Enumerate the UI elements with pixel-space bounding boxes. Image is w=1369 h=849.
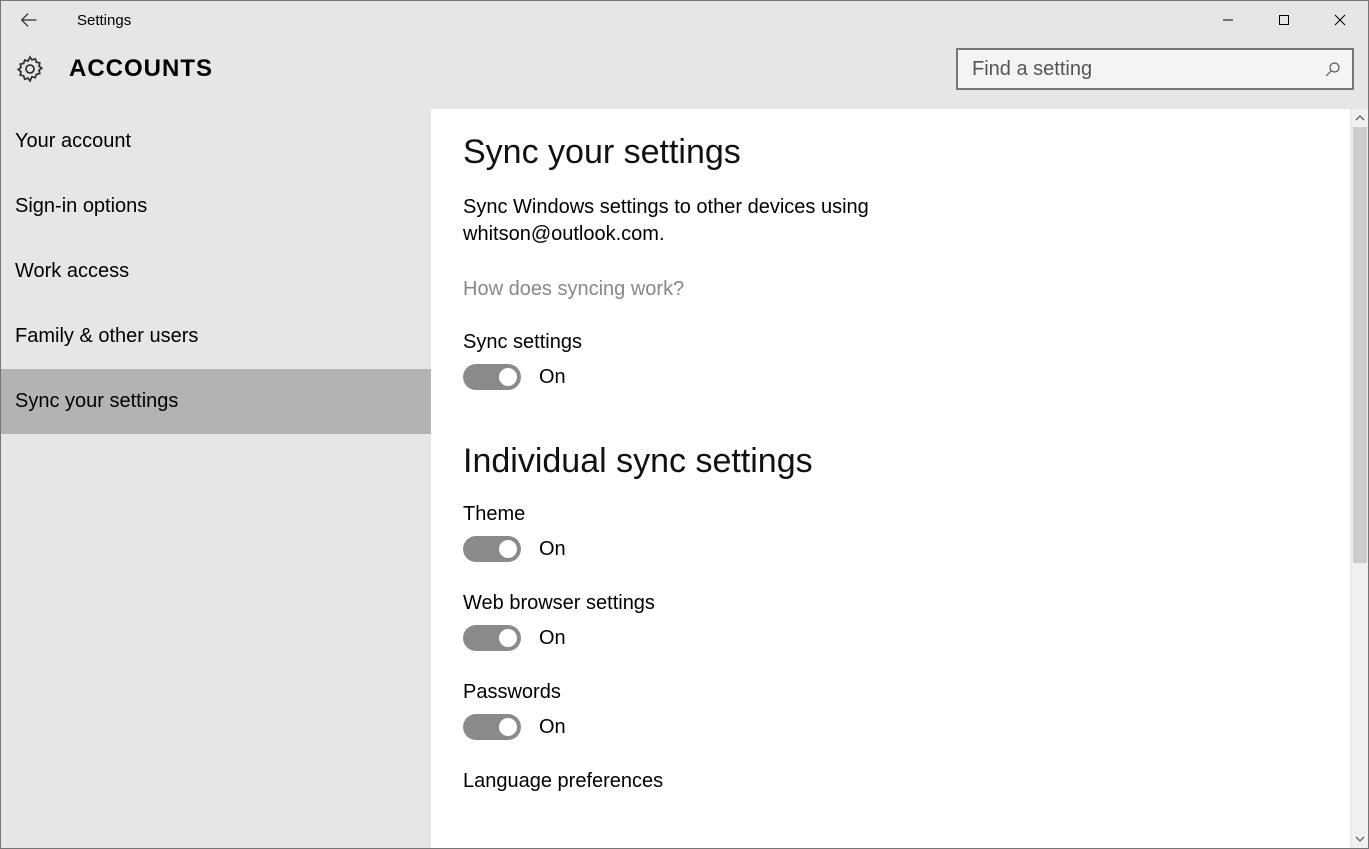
maximize-button[interactable] (1256, 1, 1312, 39)
toggle-label: Language preferences (463, 770, 1328, 793)
web-browser-toggle[interactable] (463, 625, 521, 651)
toggle-label: Web browser settings (463, 592, 1328, 615)
sidebar-item-your-account[interactable]: Your account (1, 109, 431, 174)
scroll-down-icon[interactable] (1351, 830, 1369, 848)
back-button[interactable] (7, 1, 51, 39)
sidebar-item-family-other-users[interactable]: Family & other users (1, 304, 431, 369)
maximize-icon (1278, 14, 1290, 26)
sidebar-item-sync-your-settings[interactable]: Sync your settings (1, 369, 431, 434)
sidebar-item-label: Family & other users (15, 325, 198, 348)
toggle-passwords: Passwords On (463, 681, 1328, 740)
passwords-toggle[interactable] (463, 714, 521, 740)
toggle-label: Passwords (463, 681, 1328, 704)
titlebar: Settings (1, 1, 1368, 39)
scroll-track[interactable] (1351, 127, 1368, 830)
scrollbar[interactable] (1350, 109, 1368, 848)
search-input[interactable] (958, 50, 1352, 88)
sidebar-item-label: Sync your settings (15, 390, 178, 413)
close-button[interactable] (1312, 1, 1368, 39)
sidebar-item-label: Your account (15, 130, 131, 153)
section-heading: Individual sync settings (463, 442, 1328, 481)
toggle-web-browser-settings: Web browser settings On (463, 592, 1328, 651)
content-pane: Sync your settings Sync Windows settings… (431, 109, 1368, 848)
help-link[interactable]: How does syncing work? (463, 278, 1328, 301)
scroll-up-icon[interactable] (1351, 109, 1369, 127)
toggle-state: On (539, 538, 566, 561)
gear-icon (15, 54, 45, 84)
toggle-theme: Theme On (463, 503, 1328, 562)
toggle-language-preferences: Language preferences (463, 770, 1328, 793)
scroll-thumb[interactable] (1353, 127, 1367, 563)
toggle-state: On (539, 716, 566, 739)
back-arrow-icon (18, 9, 40, 31)
toggle-state: On (539, 366, 566, 389)
sidebar-item-work-access[interactable]: Work access (1, 239, 431, 304)
settings-window: Settings ACCOUNTS (0, 0, 1369, 849)
sync-description: Sync Windows settings to other devices u… (463, 194, 983, 248)
sidebar: Your account Sign-in options Work access… (1, 109, 431, 848)
header: ACCOUNTS (1, 39, 1368, 109)
window-title: Settings (77, 12, 131, 29)
search-icon (1324, 60, 1342, 78)
theme-toggle[interactable] (463, 536, 521, 562)
sidebar-item-label: Sign-in options (15, 195, 147, 218)
toggle-state: On (539, 627, 566, 650)
close-icon (1334, 14, 1346, 26)
minimize-button[interactable] (1200, 1, 1256, 39)
toggle-label: Theme (463, 503, 1328, 526)
toggle-label: Sync settings (463, 331, 1328, 354)
sidebar-item-label: Work access (15, 260, 129, 283)
minimize-icon (1222, 14, 1234, 26)
page-title: Sync your settings (463, 133, 1328, 172)
sidebar-item-sign-in-options[interactable]: Sign-in options (1, 174, 431, 239)
search-box[interactable] (956, 48, 1354, 90)
category-title: ACCOUNTS (69, 55, 213, 83)
sync-settings-toggle[interactable] (463, 364, 521, 390)
toggle-sync-settings: Sync settings On (463, 331, 1328, 390)
